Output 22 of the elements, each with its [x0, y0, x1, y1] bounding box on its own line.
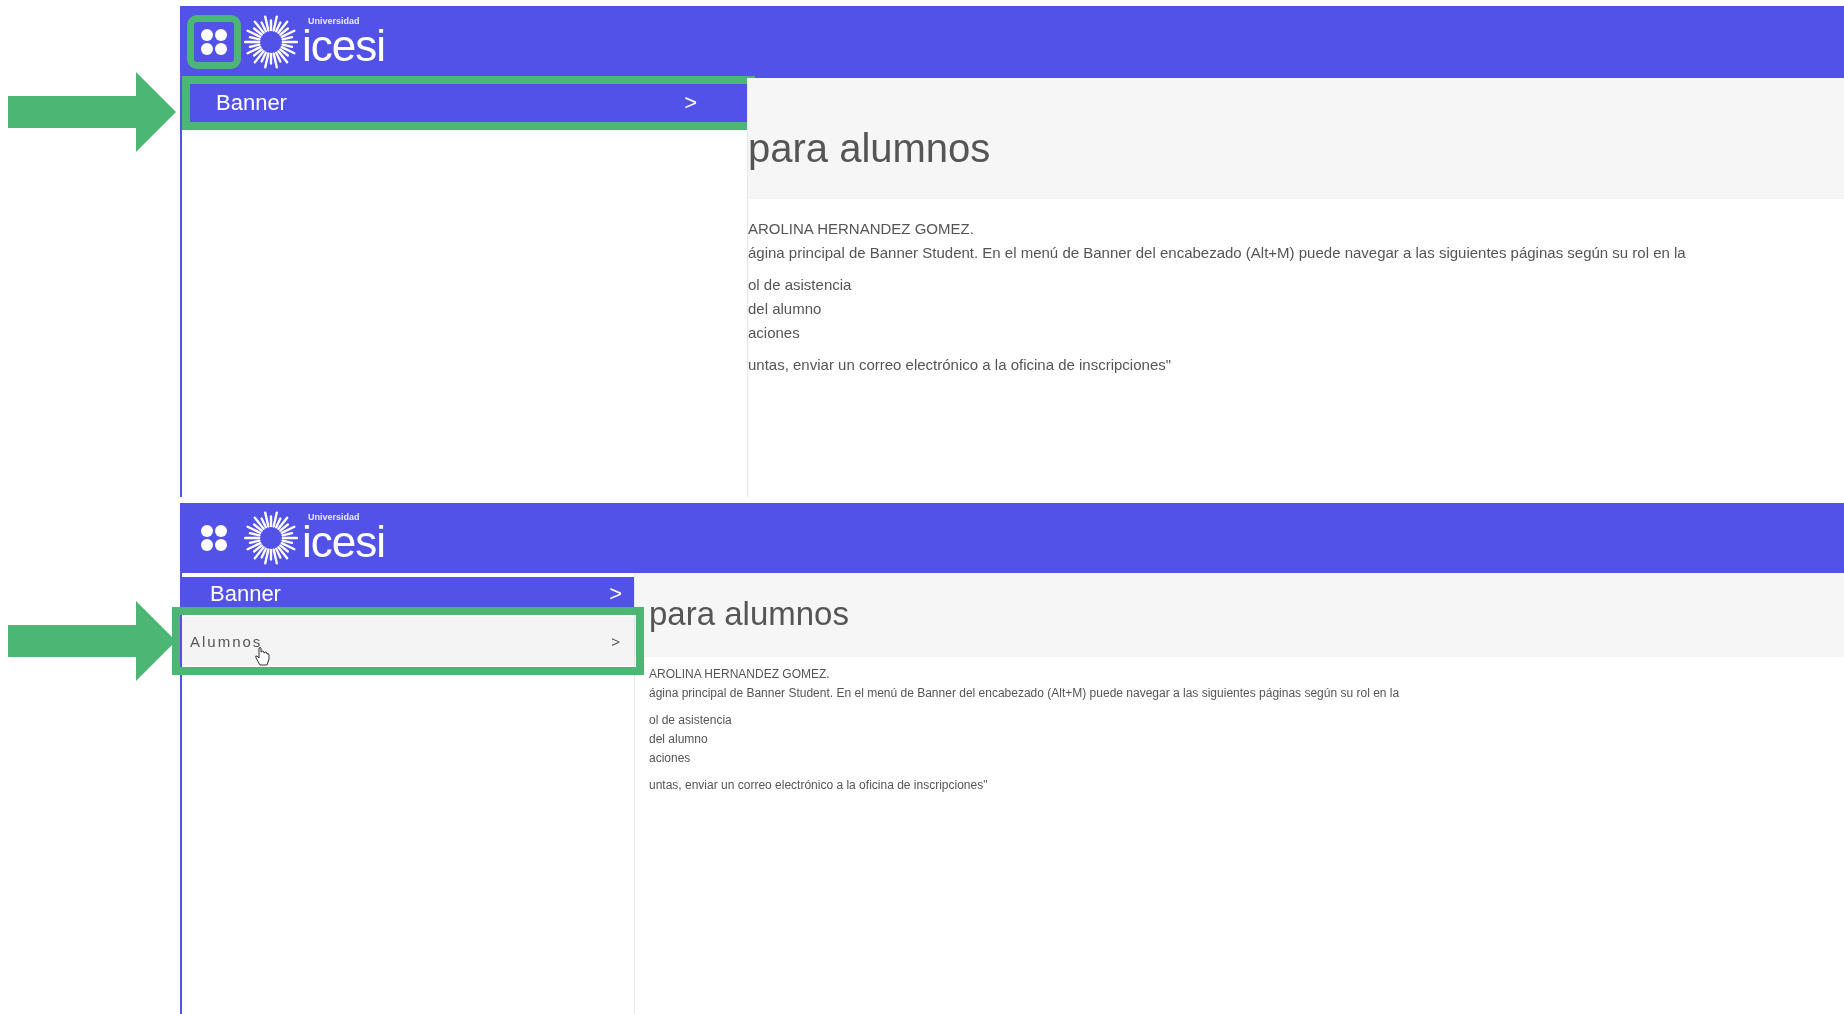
- welcome-text-line: aciones: [649, 750, 692, 767]
- logo-wordmark: icesi: [302, 519, 386, 564]
- logo-wordmark: icesi: [302, 23, 386, 68]
- welcome-text-line: AROLINA HERNANDEZ GOMEZ.: [649, 666, 831, 683]
- welcome-text-line: untas, enviar un correo electrónico a la oficina de inscripciones": [748, 355, 1173, 375]
- welcome-text-line: del alumno: [748, 299, 823, 319]
- welcome-text-line: ol de asistencia: [649, 712, 733, 729]
- page-title: para alumnos: [748, 78, 1844, 199]
- welcome-text-line: ágina principal de Banner Student. En el menú de Banner del encabezado (Alt+M) puede navegar a las siguientes páginas según su rol en la: [649, 685, 1401, 702]
- logo-caption: Universidad: [308, 16, 361, 26]
- sunburst-logo-icon: [244, 511, 298, 565]
- page-title: para alumnos: [635, 573, 1844, 657]
- welcome-text-line: AROLINA HERNANDEZ GOMEZ.: [748, 219, 975, 239]
- logo-caption: Universidad: [308, 512, 361, 522]
- welcome-text-line: ágina principal de Banner Student. En el menú de Banner del encabezado (Alt+M) puede navegar a las siguientes páginas según su rol en la: [748, 243, 1687, 263]
- sunburst-logo-icon: [244, 15, 298, 69]
- welcome-text-line: del alumno: [649, 731, 709, 748]
- welcome-text-line: ol de asistencia: [748, 275, 853, 295]
- welcome-text-line: untas, enviar un correo electrónico a la oficina de inscripciones": [649, 777, 989, 794]
- welcome-text-line: aciones: [748, 323, 801, 343]
- grid-icon: [199, 523, 229, 553]
- grid-icon: [199, 27, 229, 57]
